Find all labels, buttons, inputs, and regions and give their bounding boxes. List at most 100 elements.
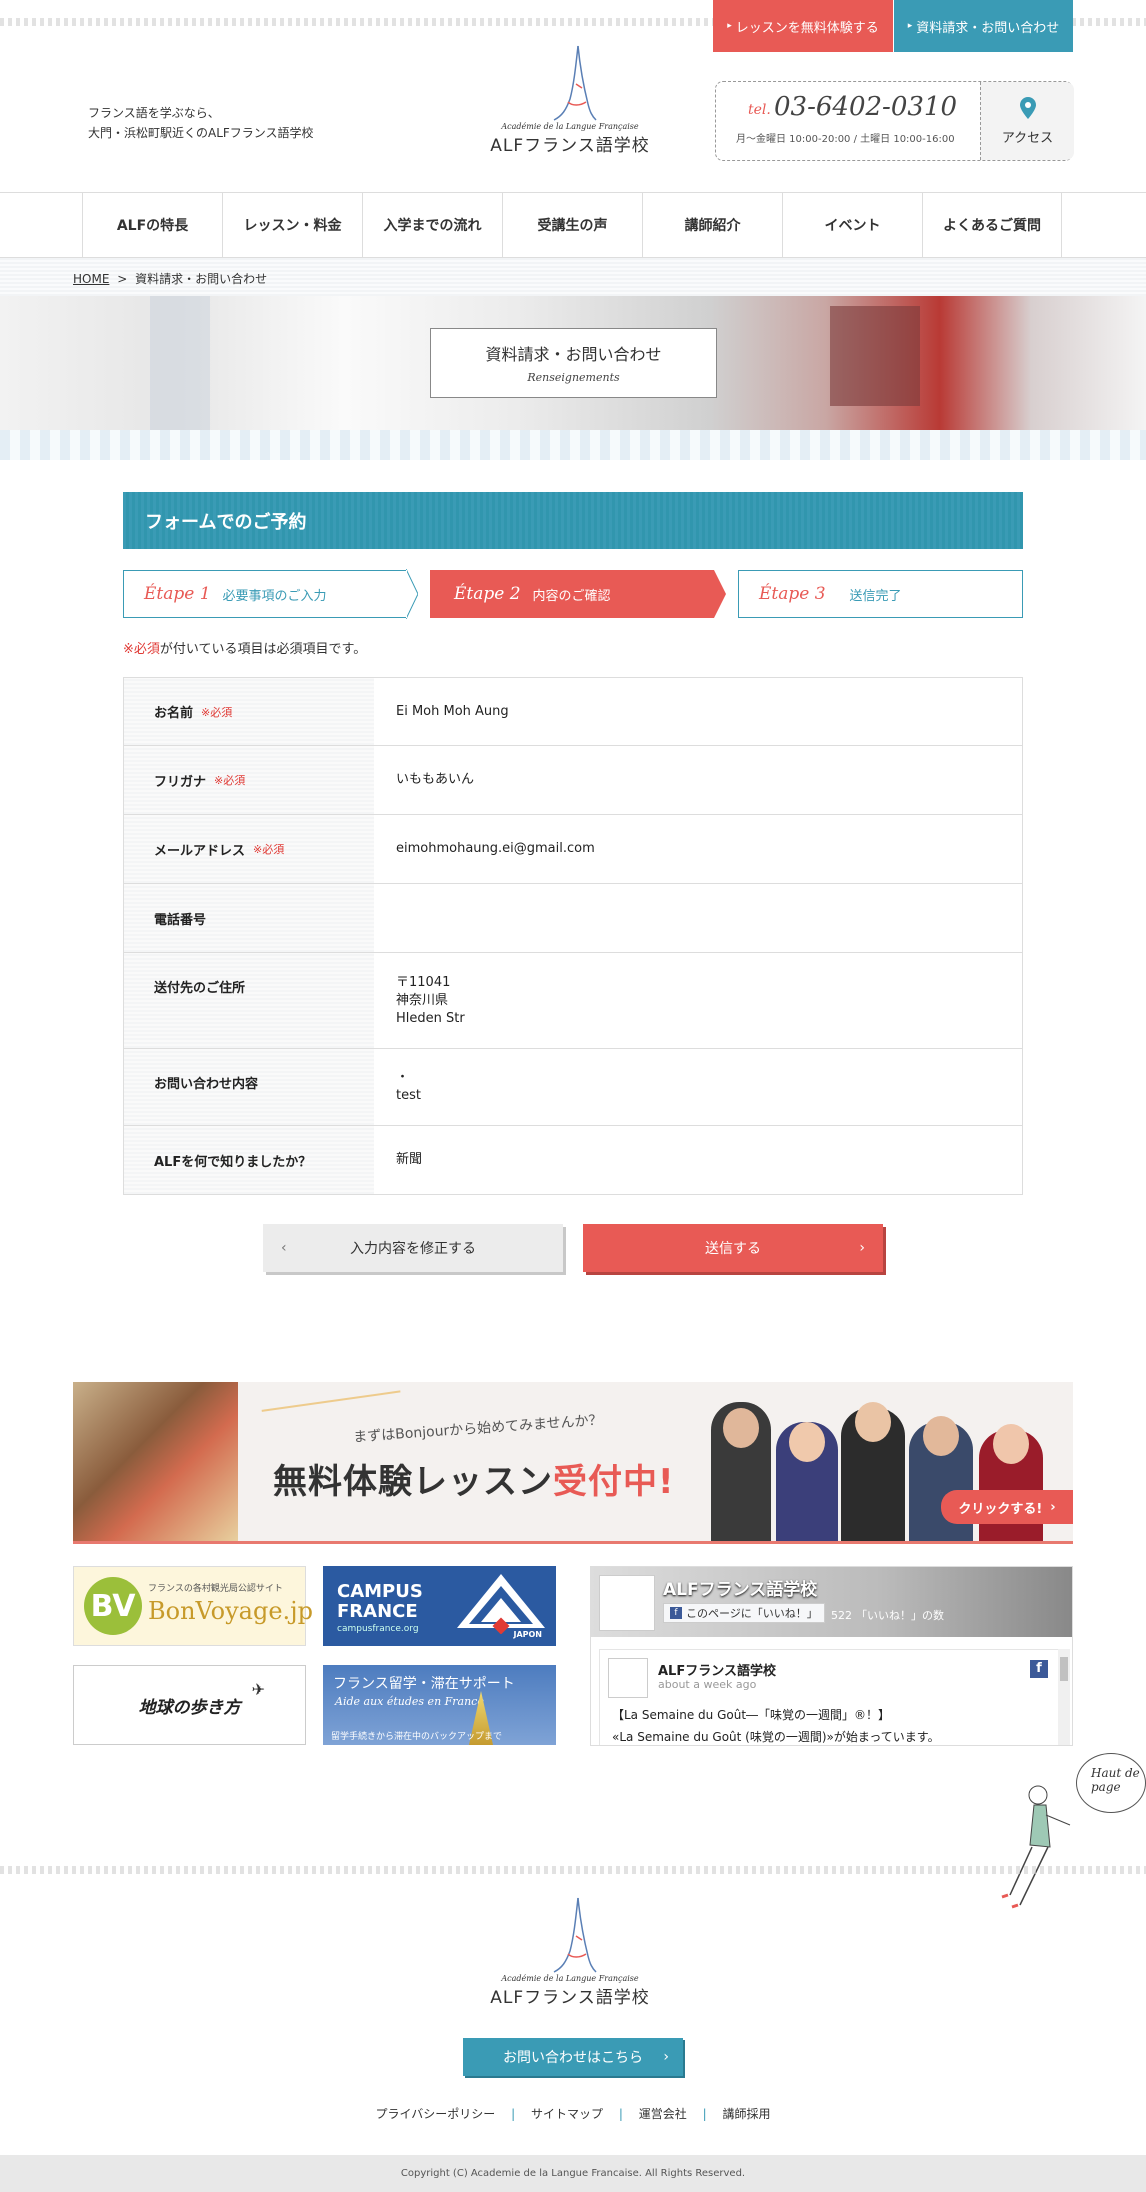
field-value-email: eimohmohaung.ei@gmail.com: [396, 841, 595, 856]
field-value-name: Ei Moh Moh Aung: [396, 703, 509, 719]
page-title: 資料請求・お問い合わせ: [485, 345, 662, 364]
chikyu-title: 地球の歩き方: [138, 1697, 241, 1718]
bonvoyage-link[interactable]: BV フランスの各村観光局公認サイト BonVoyage.jp: [73, 1566, 313, 1646]
chevron-right-icon: ›: [1050, 1499, 1056, 1515]
footer-link-company[interactable]: 運営会社: [639, 2107, 687, 2121]
access-button[interactable]: アクセス: [980, 82, 1074, 160]
campus-japon: JAPON: [513, 1630, 542, 1639]
nav-item-faq[interactable]: よくあるご質問: [922, 193, 1062, 257]
footer-top-border: [0, 1866, 1146, 1874]
eiffel-tower-icon: [553, 45, 597, 121]
request-info-button-label: 資料請求・お問い合わせ: [916, 20, 1060, 36]
required-note-text: が付いている項目は必須項目です。: [159, 642, 367, 657]
step-1-arrow: [406, 569, 418, 619]
submit-label: 送信する: [705, 1241, 761, 1257]
tel-hours: 月〜金曜日 10:00-20:00 / 土曜日 10:00-16:00: [736, 134, 955, 145]
field-label-source: ALFを何で知りましたか？: [154, 1154, 312, 1170]
row-label: お問い合わせ内容: [124, 1049, 374, 1125]
row-label: メールアドレス ※必須: [124, 815, 374, 883]
footer-logo-subtitle: Académie de la Langue Française: [501, 1974, 639, 1983]
field-label-furigana: フリガナ: [154, 774, 207, 790]
site-logo[interactable]: Académie de la Langue Française ALFフランス語…: [490, 44, 650, 156]
footer-link-privacy[interactable]: プライバシーポリシー: [376, 2107, 496, 2121]
facebook-post-avatar: [608, 1658, 648, 1698]
footer-links: プライバシーポリシー | サイトマップ | 運営会社 | 講師採用: [0, 2105, 1146, 2122]
step-3-etape: Étape 3: [759, 584, 826, 604]
nav-item-features[interactable]: ALFの特長: [82, 193, 222, 257]
facebook-like-button[interactable]: f このページに「いいね！」: [663, 1603, 825, 1623]
required-note: ※必須が付いている項目は必須項目です。: [123, 638, 366, 657]
banner-headline-black: 無料体験レッスン: [273, 1462, 553, 1502]
tel-box: tel. 03-6402-0310 月〜金曜日 10:00-20:00 / 土曜…: [715, 81, 1074, 161]
free-lesson-button[interactable]: ▸ レッスンを無料体験する: [713, 0, 893, 52]
bonvoyage-name: BonVoyage.jp: [148, 1597, 313, 1625]
step-1: Étape 1 必要事項のご入力: [123, 570, 407, 618]
facebook-scrollbar[interactable]: [1058, 1649, 1070, 1745]
facebook-post-author[interactable]: ALFフランス語学校: [658, 1660, 776, 1679]
chevron-right-icon: ▸: [727, 21, 732, 31]
copyright-text: Copyright (C) Academie de la Langue Fran…: [400, 2168, 746, 2179]
facebook-page-name[interactable]: ALFフランス語学校: [663, 1575, 817, 1600]
facebook-icon: f: [670, 1607, 682, 1619]
footer-contact-button[interactable]: お問い合わせはこちら ›: [463, 2038, 683, 2076]
table-row: 送付先のご住所 〒11041 神奈川県 Hleden Str: [124, 953, 1022, 1049]
books-photo: [73, 1382, 238, 1541]
request-info-button[interactable]: ▸ 資料請求・お問い合わせ: [894, 0, 1073, 52]
field-label-name: お名前: [154, 706, 194, 721]
field-value-postal: 〒11041: [396, 974, 451, 990]
facebook-like-count-number: 522: [831, 1609, 852, 1622]
row-label: お名前 ※必須: [124, 678, 374, 745]
footer-link-recruit[interactable]: 講師採用: [722, 2107, 770, 2121]
required-mark: ※必須: [123, 642, 160, 657]
nav-item-events[interactable]: イベント: [782, 193, 922, 257]
field-value-inquiry-line2: test: [396, 1088, 421, 1103]
facebook-like-suffix: 「いいね！」の数: [856, 1609, 944, 1622]
bonvoyage-tagline: フランスの各村観光局公認サイト: [148, 1584, 283, 1594]
facebook-page-avatar: [599, 1575, 655, 1631]
table-row: フリガナ ※必須 いももあいん: [124, 746, 1022, 815]
row-value: [374, 884, 1022, 952]
field-label-address: 送付先のご住所: [154, 981, 246, 996]
banner-headline-red: 受付中!: [553, 1462, 675, 1502]
nav-item-teachers[interactable]: 講師紹介: [642, 193, 782, 257]
nav-item-lessons[interactable]: レッスン・料金: [222, 193, 362, 257]
table-row: ALFを何で知りましたか？ 新聞: [124, 1126, 1022, 1194]
nav-item-testimonials[interactable]: 受講生の声: [502, 193, 642, 257]
step-2-etape: Étape 2: [454, 584, 521, 604]
table-row: 電話番号: [124, 884, 1022, 953]
trial-lesson-banner[interactable]: まずはBonjourから始めてみませんか？ 無料体験レッスン受付中! クリックす…: [73, 1382, 1073, 1544]
campus-line2: FRANCE: [337, 1601, 418, 1622]
bonvoyage-logo-icon: BV: [84, 1577, 142, 1635]
row-label: 送付先のご住所: [124, 953, 374, 1048]
step-1-label: 必要事項のご入力: [222, 588, 327, 604]
footer-contact-label: お問い合わせはこちら: [503, 2050, 643, 2066]
copyright-bar: Copyright (C) Academie de la Langue Fran…: [0, 2155, 1146, 2192]
banner-click-button[interactable]: クリックする! ›: [941, 1490, 1073, 1524]
hero-title-box: 資料請求・お問い合わせ Renseignements: [430, 328, 717, 398]
footer-link-sitemap[interactable]: サイトマップ: [531, 2107, 603, 2121]
chikyu-link[interactable]: 地球の歩き方 ✈: [73, 1665, 306, 1745]
tel-number[interactable]: 03-6402-0310: [774, 92, 957, 122]
footer-logo[interactable]: Académie de la Langue Française ALFフランス語…: [490, 1896, 650, 2008]
facebook-post-line2: «La Semaine du Goût (味覚の一週間)»が始まっています。: [612, 1730, 940, 1744]
row-value: eimohmohaung.ei@gmail.com: [374, 815, 1022, 883]
tel-label: tel.: [748, 102, 771, 118]
study-support-note: 留学手続きから滞在中のバックアップまで: [331, 1732, 503, 1742]
breadcrumb-current: 資料請求・お問い合わせ: [135, 272, 268, 286]
study-support-link[interactable]: フランス留学・滞在サポート Aide aux études en France …: [323, 1665, 556, 1745]
nav-item-enrollment[interactable]: 入学までの流れ: [362, 193, 502, 257]
back-edit-button[interactable]: ‹ 入力内容を修正する: [263, 1224, 563, 1272]
required-tag: ※必須: [201, 705, 233, 719]
campus-france-link[interactable]: CAMPUS FRANCE campusfrance.org JAPON: [323, 1566, 556, 1646]
table-row: メールアドレス ※必須 eimohmohaung.ei@gmail.com: [124, 815, 1022, 884]
campus-url: campusfrance.org: [337, 1624, 419, 1634]
row-label: フリガナ ※必須: [124, 746, 374, 814]
submit-button[interactable]: 送信する ›: [583, 1224, 883, 1272]
row-value: ・ test: [374, 1049, 1022, 1125]
tagline: フランス語を学ぶなら、 大門・浜松町駅近くのALFフランス語学校: [88, 103, 314, 143]
main-nav: ALFの特長 レッスン・料金 入学までの流れ 受講生の声 講師紹介 イベント よ…: [0, 192, 1146, 258]
breadcrumb-home-link[interactable]: HOME: [73, 272, 109, 286]
girl-illustration-icon: [1001, 1785, 1071, 1909]
free-lesson-button-label: レッスンを無料体験する: [735, 20, 879, 36]
page-top-button[interactable]: Haut de page: [990, 1745, 1146, 1915]
